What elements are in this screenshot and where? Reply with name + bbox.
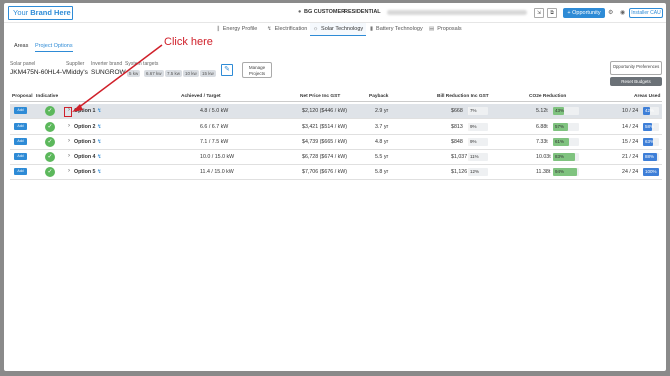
- annotation-click-here: Click here: [164, 36, 213, 48]
- annotation-highlight-box: [64, 107, 72, 117]
- app-window: Your Brand Here ● BG CUSTOMER RESIDENTIAL…: [4, 3, 666, 371]
- annotation-arrow: [72, 44, 163, 112]
